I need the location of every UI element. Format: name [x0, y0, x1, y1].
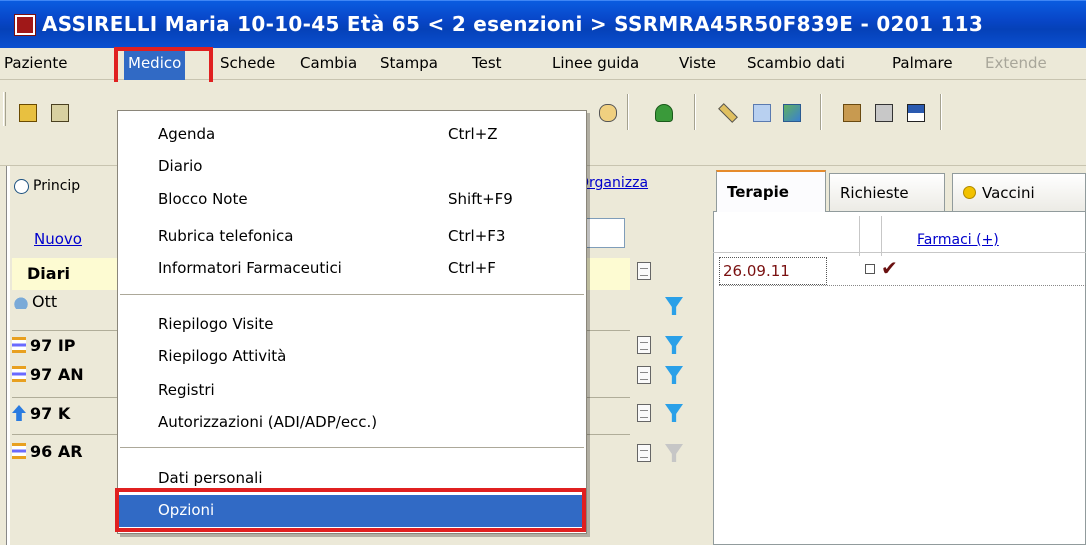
radio-label: Princip	[33, 178, 81, 194]
row-dotted-separator	[719, 285, 1086, 286]
window-title: ASSIRELLI Maria 10-10-45 Età 65 < 2 esen…	[42, 12, 984, 36]
filter-input[interactable]	[583, 218, 625, 248]
document-icon[interactable]	[637, 336, 651, 354]
windows-icon[interactable]	[904, 101, 928, 125]
radio-principale[interactable]: Princip	[14, 178, 80, 194]
printer-icon[interactable]	[872, 101, 896, 125]
menu-paziente[interactable]: Paziente	[4, 54, 67, 72]
hourglass-icon	[12, 366, 26, 382]
opzioni-highlight-box	[115, 488, 586, 532]
row-96-ar-label: 96 AR	[30, 442, 83, 461]
radio-circle-icon[interactable]	[14, 178, 29, 194]
toolbar-separator	[940, 94, 942, 130]
row-diario[interactable]: Diari	[27, 264, 70, 283]
hand-icon[interactable]	[596, 101, 620, 125]
patient-card-icon[interactable]	[16, 101, 40, 125]
arrow-up-icon	[12, 405, 26, 421]
app-icon[interactable]	[14, 14, 36, 36]
row-97-ip[interactable]: 97 IP	[12, 336, 76, 355]
hourglass-icon	[12, 337, 26, 353]
money-bag-icon[interactable]	[652, 101, 676, 125]
menu-stampa[interactable]: Stampa	[380, 54, 438, 72]
menu-cambia[interactable]: Cambia	[300, 54, 357, 72]
clipboard-icon[interactable]	[840, 101, 864, 125]
grid-icon[interactable]	[750, 101, 774, 125]
toolbar-grip[interactable]	[3, 92, 6, 126]
menu-linee-guida[interactable]: Linee guida	[552, 54, 639, 72]
medico-dropdown-menu: Agenda Ctrl+Z Diario Blocco Note Shift+F…	[117, 110, 587, 534]
title-bar: ASSIRELLI Maria 10-10-45 Età 65 < 2 esen…	[0, 0, 1086, 48]
chart-icon[interactable]	[780, 101, 804, 125]
menu-extende[interactable]: Extende	[985, 54, 1047, 72]
document-icon[interactable]	[637, 262, 651, 280]
row-97-ip-label: 97 IP	[30, 336, 76, 355]
flask-icon	[14, 293, 28, 309]
menu-test[interactable]: Test	[472, 54, 502, 72]
row-97-k[interactable]: 97 K	[12, 404, 70, 423]
toolbar-separator	[694, 94, 696, 130]
pencil-icon[interactable]	[716, 101, 740, 125]
menu-item-riepilogo-visite[interactable]: Riepilogo Visite	[118, 309, 586, 339]
grid-line	[713, 252, 1086, 253]
row-ott-label: Ott	[32, 292, 58, 311]
building-icon[interactable]	[48, 101, 72, 125]
menu-item-informatori-farmaceutici[interactable]: Informatori Farmaceutici Ctrl+F	[118, 253, 586, 283]
menu-item-agenda[interactable]: Agenda Ctrl+Z	[118, 119, 586, 149]
hourglass-icon	[12, 443, 26, 459]
vaccine-dot-icon	[963, 186, 976, 199]
document-icon[interactable]	[637, 366, 651, 384]
menu-palmare[interactable]: Palmare	[892, 54, 953, 72]
menu-item-autorizzazioni[interactable]: Autorizzazioni (ADI/ADP/ecc.)	[118, 407, 586, 437]
left-frame-border	[6, 166, 10, 545]
medico-highlight-box	[114, 47, 213, 86]
menu-item-rubrica-telefonica[interactable]: Rubrica telefonica Ctrl+F3	[118, 221, 586, 251]
therapy-checkbox[interactable]	[865, 264, 875, 274]
nuovo-link[interactable]: Nuovo	[34, 230, 82, 248]
menu-separator	[120, 447, 584, 449]
organizza-link[interactable]: Organizza	[578, 175, 648, 191]
menu-item-blocco-note[interactable]: Blocco Note Shift+F9	[118, 184, 586, 214]
menu-item-registri[interactable]: Registri	[118, 375, 586, 405]
row-96-ar[interactable]: 96 AR	[12, 442, 83, 461]
toolbar-separator	[820, 94, 822, 130]
grid-line	[859, 216, 860, 256]
farmaci-link[interactable]: Farmaci (+)	[917, 232, 999, 248]
checkmark-icon: ✔	[881, 256, 898, 280]
row-97-an-label: 97 AN	[30, 365, 84, 384]
row-97-k-label: 97 K	[30, 404, 71, 423]
document-icon[interactable]	[637, 444, 651, 462]
toolbar-separator	[627, 94, 629, 130]
therapy-date-cell[interactable]: 26.09.11	[719, 257, 827, 285]
tab-vaccini[interactable]: Vaccini	[952, 173, 1086, 211]
menu-scambio-dati[interactable]: Scambio dati	[747, 54, 845, 72]
grid-line	[881, 216, 882, 256]
menu-schede[interactable]: Schede	[220, 54, 275, 72]
menu-separator	[120, 294, 584, 296]
menu-item-diario[interactable]: Diario	[118, 151, 586, 181]
menu-viste[interactable]: Viste	[679, 54, 716, 72]
row-97-an[interactable]: 97 AN	[12, 365, 84, 384]
tab-vaccini-label: Vaccini	[982, 183, 1035, 202]
document-icon[interactable]	[637, 404, 651, 422]
tab-richieste[interactable]: Richieste	[829, 173, 945, 211]
menu-item-riepilogo-attivita[interactable]: Riepilogo Attività	[118, 341, 586, 371]
row-ott[interactable]: Ott	[14, 292, 57, 311]
tab-terapie[interactable]: Terapie	[716, 170, 826, 212]
